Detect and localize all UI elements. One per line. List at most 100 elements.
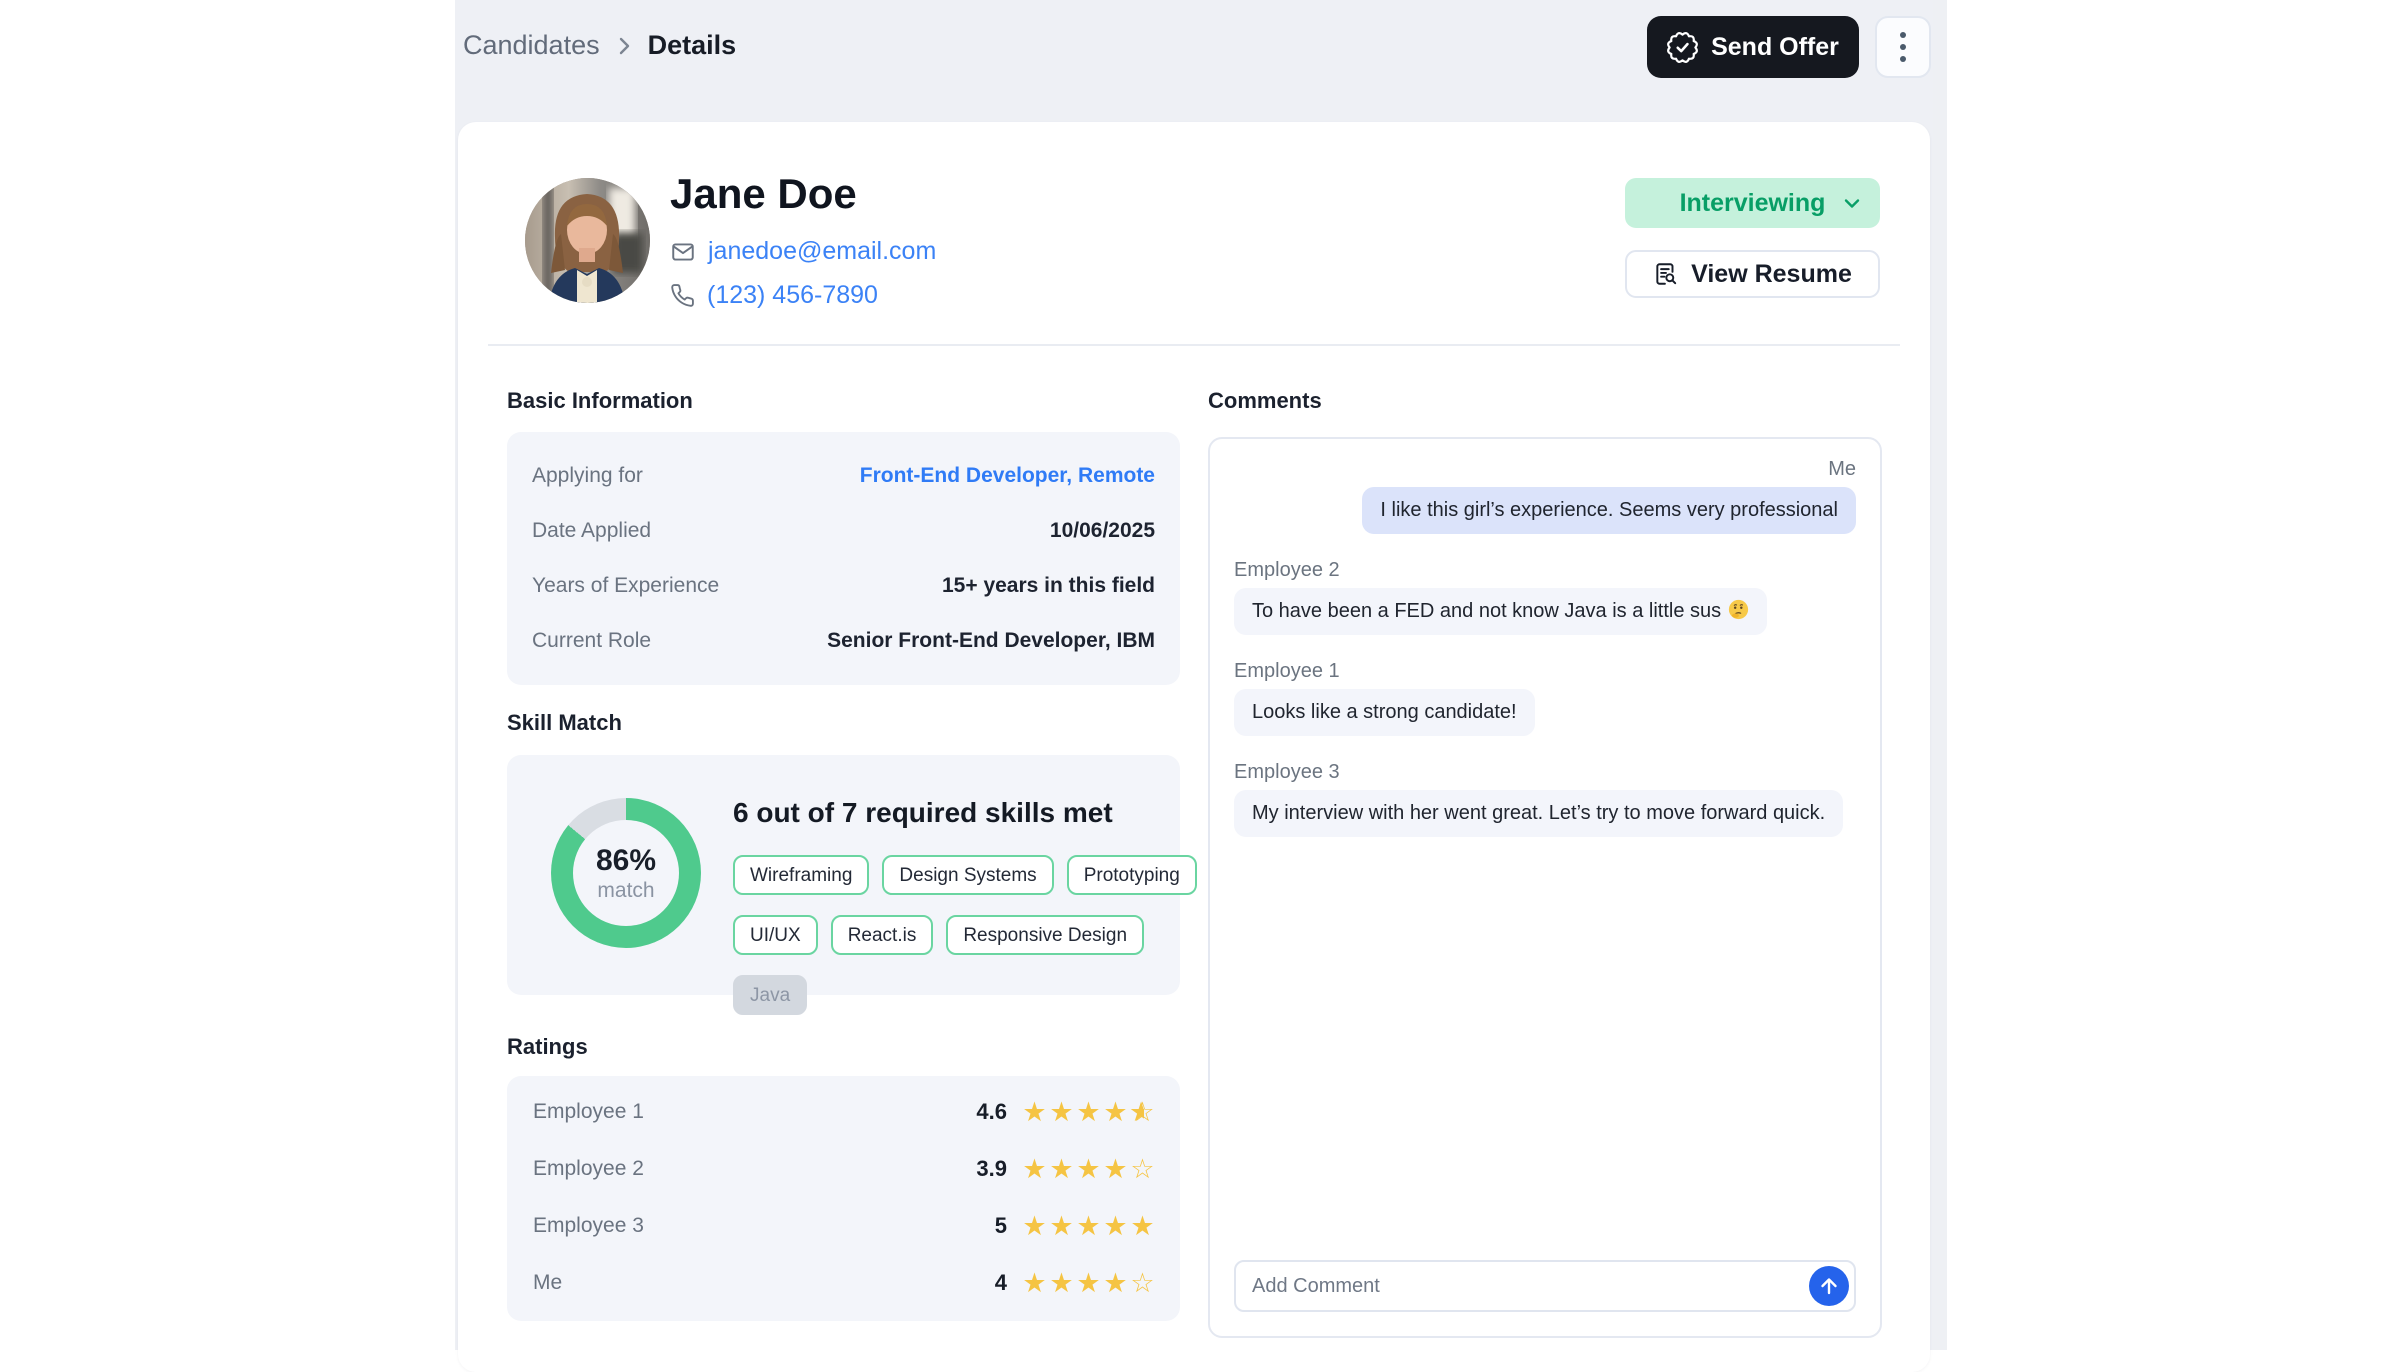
comment-author: Employee 2 [1234, 559, 1856, 582]
status-dropdown[interactable]: Interviewing [1625, 178, 1880, 228]
comment-author: Employee 3 [1234, 761, 1856, 784]
candidate-email[interactable]: janedoe@email.com [708, 237, 936, 266]
skill-chip[interactable]: Wireframing [733, 855, 869, 895]
star-full-icon: ★ [1129, 1210, 1156, 1242]
view-resume-label: View Resume [1691, 260, 1852, 289]
skill-chip[interactable]: UI/UX [733, 915, 818, 955]
comment-message: Me I like this girl’s experience. Seems v… [1234, 458, 1856, 534]
star-rating[interactable]: ★★★★☆★ [1021, 1096, 1156, 1128]
candidate-name: Jane Doe [670, 170, 857, 218]
send-offer-label: Send Offer [1711, 33, 1839, 62]
info-value: 10/06/2025 [1050, 519, 1155, 543]
skill-chip[interactable]: Prototyping [1067, 855, 1197, 895]
star-full-icon: ★ [1048, 1153, 1075, 1185]
comments-panel: Me I like this girl’s experience. Seems v… [1208, 437, 1882, 1338]
comments-title: Comments [1208, 388, 1322, 414]
star-full-icon: ★ [1075, 1210, 1102, 1242]
badge-check-icon [1667, 32, 1698, 63]
rating-row: Employee 14.6★★★★☆★ [507, 1083, 1180, 1140]
avatar [525, 178, 650, 303]
divider [488, 344, 1900, 346]
phone-icon [670, 283, 695, 308]
comment-bubble: My interview with her went great. Let’s … [1234, 790, 1843, 837]
comment-bubble: I like this girl’s experience. Seems ver… [1362, 487, 1856, 534]
rating-name: Employee 3 [533, 1214, 644, 1238]
star-full-icon: ★ [1075, 1153, 1102, 1185]
comment-author: Employee 1 [1234, 660, 1856, 683]
star-rating[interactable]: ★★★★☆ [1021, 1153, 1156, 1185]
rating-row: Employee 23.9★★★★☆ [507, 1140, 1180, 1197]
rating-name: Me [533, 1271, 562, 1295]
rating-row: Me4★★★★☆ [507, 1254, 1180, 1311]
kebab-menu-icon [1900, 32, 1906, 38]
star-full-icon: ★ [1102, 1153, 1129, 1185]
info-value: Senior Front-End Developer, IBM [827, 629, 1155, 653]
skill-match-donut: 86% match [551, 798, 701, 948]
rating-value: 3.9 [976, 1156, 1007, 1182]
comment-bubble: To have been a FED and not know Java is … [1234, 588, 1767, 635]
star-full-icon: ★ [1075, 1096, 1102, 1128]
breadcrumb: Candidates Details [463, 30, 736, 61]
rating-value: 5 [995, 1213, 1007, 1239]
info-row: Date Applied 10/06/2025 [507, 503, 1180, 558]
star-full-icon: ★ [1102, 1096, 1129, 1128]
scrollbar[interactable] [1933, 0, 1947, 1350]
rating-right: 5★★★★★ [995, 1210, 1156, 1242]
top-bar: Candidates Details Send Offer [455, 0, 1933, 122]
kebab-menu-button[interactable] [1875, 16, 1931, 78]
comment-message: Employee 2 To have been a FED and not kno… [1234, 559, 1856, 635]
info-label: Date Applied [532, 519, 651, 543]
rating-right: 3.9 ★★★★☆ [976, 1153, 1156, 1185]
send-offer-button[interactable]: Send Offer [1647, 16, 1859, 78]
rating-row: Employee 35★★★★★ [507, 1197, 1180, 1254]
star-partial-icon: ☆★ [1129, 1096, 1156, 1128]
rating-value: 4 [995, 1270, 1007, 1296]
skill-chip[interactable]: Design Systems [882, 855, 1053, 895]
view-resume-button[interactable]: View Resume [1625, 250, 1880, 298]
skill-chip[interactable]: Responsive Design [946, 915, 1144, 955]
add-comment-input[interactable] [1236, 1262, 1854, 1310]
skill-match-title: Skill Match [507, 710, 622, 736]
info-row: Current Role Senior Front-End Developer, … [507, 613, 1180, 668]
rating-value: 4.6 [976, 1099, 1007, 1125]
mail-icon [670, 239, 696, 265]
info-row: Years of Experience 15+ years in this fie… [507, 558, 1180, 613]
star-full-icon: ★ [1102, 1267, 1129, 1299]
star-rating[interactable]: ★★★★★ [1021, 1210, 1156, 1242]
comment-message: Employee 3 My interview with her went gre… [1234, 761, 1856, 837]
breadcrumb-candidates[interactable]: Candidates [463, 30, 600, 61]
skill-match-card: 86% match 6 out of 7 required skills met… [507, 755, 1180, 995]
comment-author: Me [1234, 458, 1856, 481]
comment-list: Me I like this girl’s experience. Seems v… [1234, 458, 1856, 837]
thinking-face-emoji [1728, 599, 1749, 620]
star-rating[interactable]: ★★★★☆ [1021, 1267, 1156, 1299]
skill-chip-missing[interactable]: Java [733, 975, 807, 1015]
skill-chips: Wireframing Design Systems Prototyping UI/U… [733, 855, 1225, 1015]
star-full-icon: ★ [1048, 1096, 1075, 1128]
star-full-icon: ★ [1075, 1267, 1102, 1299]
info-value[interactable]: Front-End Developer, Remote [860, 464, 1155, 488]
match-label: match [597, 879, 654, 903]
star-full-icon: ★ [1021, 1096, 1048, 1128]
star-full-icon: ★ [1021, 1210, 1048, 1242]
content-area: Candidates Details Send Offer [455, 0, 1933, 1350]
match-percent: 86% [596, 844, 656, 878]
star-full-icon: ★ [1048, 1267, 1075, 1299]
candidate-phone[interactable]: (123) 456-7890 [707, 281, 878, 310]
skill-chip[interactable]: React.is [831, 915, 934, 955]
star-empty-icon: ☆ [1129, 1267, 1156, 1299]
info-value: 15+ years in this field [942, 574, 1155, 598]
chevron-right-icon [612, 34, 636, 58]
info-label: Current Role [532, 629, 651, 653]
send-comment-button[interactable] [1809, 1266, 1849, 1306]
arrow-up-icon [1817, 1274, 1841, 1298]
rating-right: 4.6★★★★☆★ [976, 1096, 1156, 1128]
star-full-icon: ★ [1021, 1267, 1048, 1299]
info-label: Applying for [532, 464, 643, 488]
basic-info-title: Basic Information [507, 388, 693, 414]
breadcrumb-details: Details [648, 30, 737, 61]
comment-bubble: Looks like a strong candidate! [1234, 689, 1535, 736]
info-label: Years of Experience [532, 574, 719, 598]
info-row: Applying for Front-End Developer, Remote [507, 448, 1180, 503]
ratings-title: Ratings [507, 1034, 588, 1060]
